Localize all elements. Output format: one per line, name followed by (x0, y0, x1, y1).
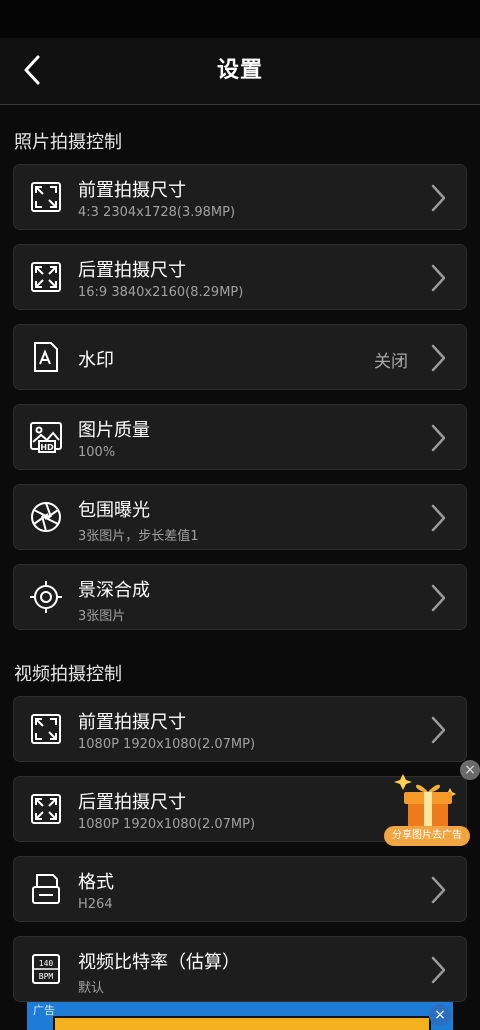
setting-title: 前置拍摄尺寸 (78, 180, 186, 201)
bpm-icon-top-text: 140 (39, 959, 54, 968)
expand-icon (28, 791, 64, 827)
setting-focus-stacking[interactable]: 景深合成 3张图片 (13, 564, 467, 630)
aperture-icon (28, 499, 64, 535)
setting-subtitle: 16:9 3840x2160(8.29MP) (78, 285, 244, 300)
setting-title: 格式 (78, 872, 114, 893)
setting-title: 视频比特率（估算） (78, 952, 240, 973)
setting-subtitle: 1080P 1920x1080(2.07MP) (78, 737, 256, 752)
ad-banner[interactable]: 广告 × (27, 1002, 453, 1030)
chevron-right-icon (431, 876, 446, 904)
setting-video-bitrate[interactable]: 140 BPM 视频比特率（估算） 默认 (13, 936, 467, 1002)
chevron-right-icon (431, 424, 446, 452)
setting-title: 景深合成 (78, 580, 150, 601)
setting-subtitle: 100% (78, 445, 116, 460)
setting-subtitle: 1080P 1920x1080(2.07MP) (78, 817, 256, 832)
setting-subtitle: 4:3 2304x1728(3.98MP) (78, 205, 236, 220)
setting-subtitle: 3张图片 (78, 609, 126, 624)
setting-title: 水印 (78, 350, 114, 371)
expand-icon (28, 711, 64, 747)
header-bar: 设置 (0, 38, 480, 105)
setting-title: 前置拍摄尺寸 (78, 712, 186, 733)
setting-subtitle: H264 (78, 897, 113, 912)
setting-title: 后置拍摄尺寸 (78, 792, 186, 813)
setting-value: 关闭 (374, 352, 408, 372)
gift-box-icon (394, 774, 456, 828)
remove-ads-button[interactable]: 分享图片去广告 (384, 826, 470, 846)
section-title-video: 视频拍摄控制 (14, 664, 122, 685)
setting-title: 包围曝光 (78, 500, 150, 521)
setting-title: 后置拍摄尺寸 (78, 260, 186, 281)
format-icon (28, 871, 64, 907)
setting-watermark[interactable]: 水印 关闭 (13, 324, 467, 390)
chevron-right-icon (431, 504, 446, 532)
chevron-right-icon (431, 184, 446, 212)
watermark-icon (28, 339, 64, 375)
crosshair-icon (28, 579, 64, 615)
chevron-right-icon (431, 716, 446, 744)
chevron-right-icon (431, 344, 446, 372)
chevron-right-icon (431, 584, 446, 612)
setting-bracket-exposure[interactable]: 包围曝光 3张图片，步长差值1 (13, 484, 467, 550)
hd-image-icon: HD (28, 419, 64, 455)
section-title-photo: 照片拍摄控制 (14, 132, 122, 153)
chevron-right-icon (431, 956, 446, 984)
status-bar (0, 0, 480, 38)
bpm-icon-bottom-text: BPM (39, 972, 54, 981)
floating-ad[interactable]: 分享图片去广告 × (380, 760, 480, 852)
close-icon[interactable]: × (429, 1004, 451, 1026)
setting-video-format[interactable]: 格式 H264 (13, 856, 467, 922)
page-title: 设置 (216, 58, 263, 83)
svg-text:HD: HD (40, 443, 54, 452)
ad-tag: 广告 (33, 1004, 55, 1017)
bpm-icon: 140 BPM (28, 951, 64, 987)
setting-photo-rear-size[interactable]: 后置拍摄尺寸 16:9 3840x2160(8.29MP) (13, 244, 467, 310)
close-icon[interactable]: × (460, 760, 480, 780)
expand-icon (28, 259, 64, 295)
chevron-left-icon (24, 55, 40, 85)
setting-subtitle: 默认 (78, 981, 105, 996)
setting-title: 图片质量 (78, 420, 150, 441)
setting-subtitle: 3张图片，步长差值1 (78, 529, 199, 544)
ad-banner-content (53, 1016, 431, 1030)
back-button[interactable] (10, 48, 54, 92)
setting-photo-front-size[interactable]: 前置拍摄尺寸 4:3 2304x1728(3.98MP) (13, 164, 467, 230)
setting-image-quality[interactable]: HD 图片质量 100% (13, 404, 467, 470)
setting-video-front-size[interactable]: 前置拍摄尺寸 1080P 1920x1080(2.07MP) (13, 696, 467, 762)
chevron-right-icon (431, 264, 446, 292)
expand-icon (28, 179, 64, 215)
